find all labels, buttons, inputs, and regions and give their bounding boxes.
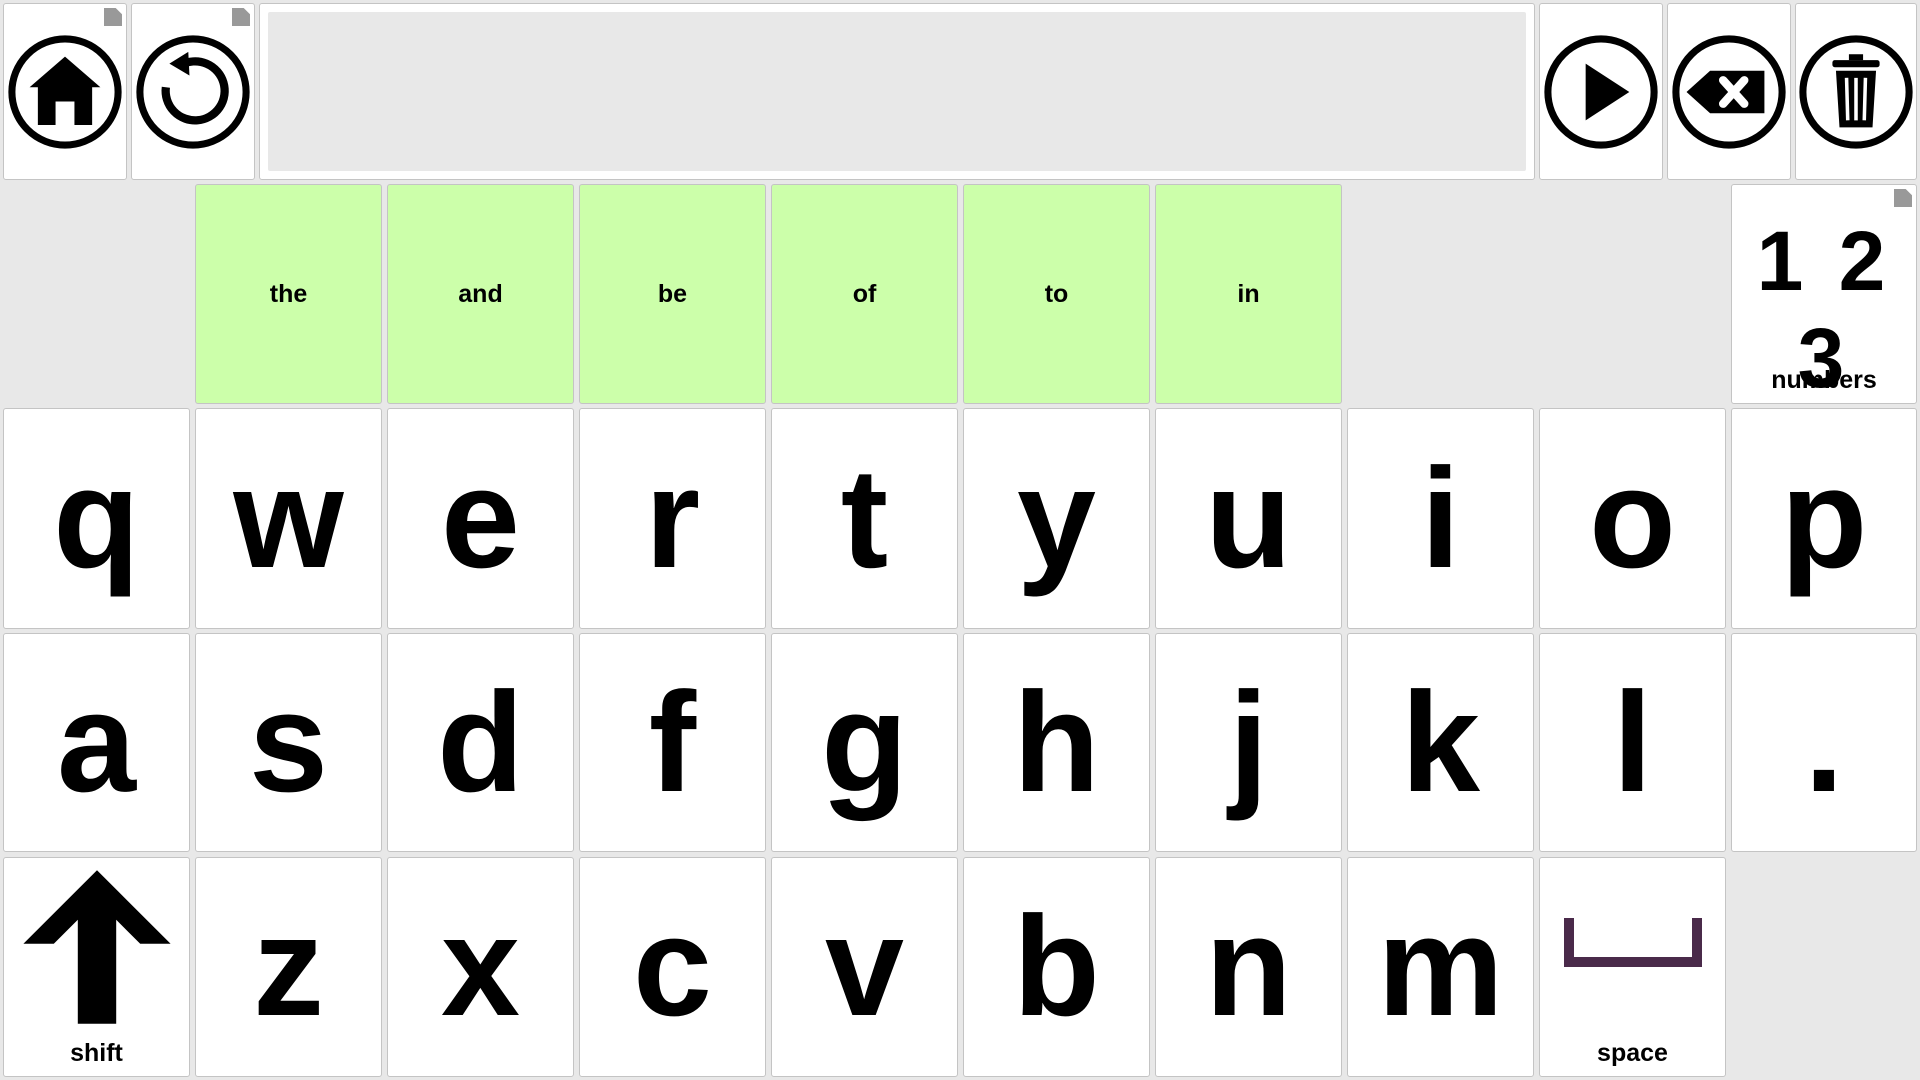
key-label: c (633, 887, 712, 1046)
message-text (268, 12, 1526, 171)
key-l[interactable]: l (1539, 633, 1726, 852)
key-label: i (1420, 438, 1461, 598)
key-c[interactable]: c (579, 857, 766, 1077)
suggestion-label: to (1044, 279, 1069, 308)
key-label: k (1401, 662, 1480, 822)
key-label: d (437, 662, 524, 822)
suggestion-in[interactable]: in (1155, 184, 1342, 404)
key-label: . (1804, 662, 1844, 822)
key-label: n (1205, 887, 1292, 1046)
key-d[interactable]: d (387, 633, 574, 852)
key-label: y (1017, 438, 1096, 598)
key-label: m (1377, 887, 1504, 1046)
key-label: e (441, 438, 520, 598)
key-label: g (821, 662, 908, 822)
back-icon (136, 34, 250, 149)
key-h[interactable]: h (963, 633, 1150, 852)
shift-button[interactable]: shift (3, 857, 190, 1077)
key-label: p (1780, 438, 1868, 598)
suggestion-label: the (269, 279, 308, 308)
speak-button[interactable] (1539, 3, 1663, 180)
speak-icon (1544, 34, 1658, 149)
key-label: z (253, 887, 324, 1046)
backspace-icon (1672, 34, 1786, 149)
suggestion-label: of (852, 279, 877, 308)
key-label: s (249, 662, 328, 822)
key-period[interactable]: . (1731, 633, 1917, 852)
key-p[interactable]: p (1731, 408, 1917, 629)
trash-icon (1799, 34, 1913, 149)
message-bar[interactable] (259, 3, 1535, 180)
suggestion-the[interactable]: the (195, 184, 382, 404)
key-label: a (57, 662, 136, 822)
space-label: space (1597, 1039, 1668, 1067)
key-s[interactable]: s (195, 633, 382, 852)
key-label: w (233, 438, 344, 598)
arrow-up-icon (22, 870, 171, 1024)
key-label: b (1013, 887, 1100, 1046)
home-icon (8, 34, 122, 149)
key-f[interactable]: f (579, 633, 766, 852)
key-label: l (1612, 662, 1653, 822)
key-label: o (1589, 438, 1676, 598)
home-button[interactable] (3, 3, 127, 180)
suggestion-label: in (1237, 279, 1260, 308)
key-label: q (53, 438, 140, 598)
key-n[interactable]: n (1155, 857, 1342, 1077)
key-label: j (1228, 662, 1269, 822)
suggestion-and[interactable]: and (387, 184, 574, 404)
key-w[interactable]: w (195, 408, 382, 629)
folder-corner-icon (1894, 189, 1912, 207)
suggestion-of[interactable]: of (771, 184, 958, 404)
key-label: x (441, 887, 520, 1046)
key-x[interactable]: x (387, 857, 574, 1077)
key-r[interactable]: r (579, 408, 766, 629)
key-g[interactable]: g (771, 633, 958, 852)
key-a[interactable]: a (3, 633, 190, 852)
key-label: t (840, 438, 889, 598)
backspace-button[interactable] (1667, 3, 1791, 180)
key-j[interactable]: j (1155, 633, 1342, 852)
suggestion-label: and (458, 279, 503, 308)
key-label: f (648, 662, 697, 822)
key-label: h (1013, 662, 1100, 822)
key-v[interactable]: v (771, 857, 958, 1077)
key-b[interactable]: b (963, 857, 1150, 1077)
numbers-button[interactable]: 1 2 3 numbers (1731, 184, 1917, 404)
space-icon (1563, 918, 1702, 967)
suggestion-to[interactable]: to (963, 184, 1150, 404)
shift-label: shift (70, 1039, 123, 1067)
clear-button[interactable] (1795, 3, 1917, 180)
key-i[interactable]: i (1347, 408, 1534, 629)
numbers-label: numbers (1771, 366, 1877, 394)
key-e[interactable]: e (387, 408, 574, 629)
key-q[interactable]: q (3, 408, 190, 629)
space-button[interactable]: space (1539, 857, 1726, 1077)
key-y[interactable]: y (963, 408, 1150, 629)
key-label: v (825, 887, 904, 1046)
suggestion-be[interactable]: be (579, 184, 766, 404)
key-label: r (644, 438, 701, 598)
key-z[interactable]: z (195, 857, 382, 1077)
back-button[interactable] (131, 3, 255, 180)
key-t[interactable]: t (771, 408, 958, 629)
key-m[interactable]: m (1347, 857, 1534, 1077)
key-o[interactable]: o (1539, 408, 1726, 629)
suggestion-label: be (657, 279, 688, 308)
key-u[interactable]: u (1155, 408, 1342, 629)
key-label: u (1205, 438, 1292, 598)
key-k[interactable]: k (1347, 633, 1534, 852)
